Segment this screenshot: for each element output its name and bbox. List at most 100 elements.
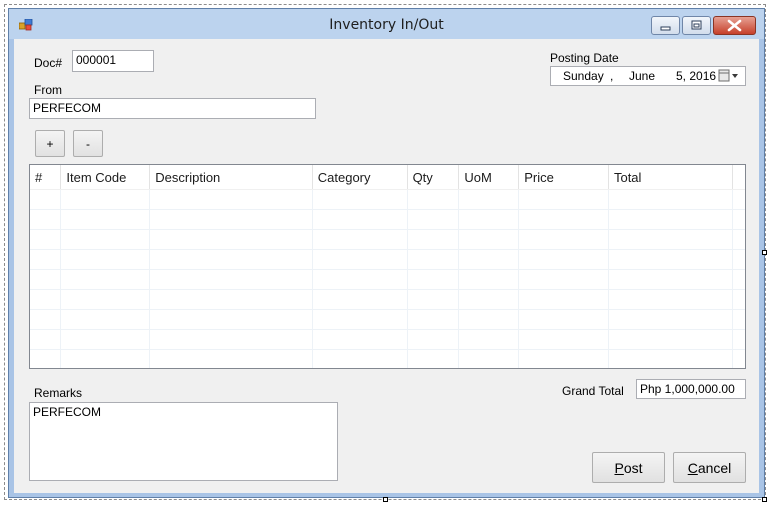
column-header-filler [732,165,745,190]
grid-cell [407,209,460,230]
grid-cell [312,189,408,210]
column-header[interactable]: UoM [458,165,520,190]
grid-cell [732,329,745,350]
grid-cell [60,229,151,250]
grid-cell [149,309,313,330]
grid-cell [149,329,313,350]
grid-cell [608,189,734,210]
grid-cell [60,289,151,310]
remarks-field[interactable]: PERFECOM [29,402,338,481]
from-label: From [34,83,62,97]
grid-cell [518,289,609,310]
grid-cell [518,329,609,350]
column-header[interactable]: Total [608,165,734,190]
column-header[interactable]: Item Code [60,165,151,190]
empty-grid-row [30,229,745,250]
grid-cell [312,289,408,310]
grid-cell [608,209,734,230]
posting-date-label: Posting Date [550,51,619,65]
empty-grid-row [30,349,745,368]
grand-total-field[interactable]: Php 1,000,000.00 [636,379,746,399]
grid-cell [312,249,408,270]
grid-cell [30,269,62,290]
grid-cell [407,189,460,210]
grid-cell [60,189,151,210]
grid-cell [608,349,734,368]
grid-cell [458,289,520,310]
calendar-dropdown-icon[interactable] [718,69,742,83]
posting-date-picker[interactable]: Sunday , June 5, 2016 [550,66,746,86]
items-grid[interactable]: # Item Code Description Category Qty UoM Price… [29,164,746,369]
empty-grid-row [30,309,745,330]
grid-cell [608,249,734,270]
column-header[interactable]: Description [149,165,313,190]
minimize-button[interactable] [651,16,680,35]
cancel-button-mnemonic: C [687,459,698,476]
grid-cell [60,349,151,368]
minimize-icon [660,26,671,31]
grid-cell [407,269,460,290]
empty-grid-row [30,329,745,350]
grid-cell [458,309,520,330]
add-row-button[interactable]: + [35,130,65,157]
doc-number-field[interactable]: 000001 [72,50,154,72]
grid-cell [608,329,734,350]
column-header[interactable]: Qty [407,165,460,190]
grid-cell [458,189,520,210]
column-header[interactable]: # [30,165,62,190]
grid-cell [732,269,745,290]
cancel-button[interactable]: Cancel [673,452,746,483]
empty-grid-row [30,269,745,290]
close-button[interactable] [713,16,756,35]
title-bar[interactable]: Inventory In/Out [9,9,764,39]
grid-cell [407,229,460,250]
posting-date-day-year: 5, 2016 [676,69,717,83]
grid-cell [60,269,151,290]
grid-cell [30,229,62,250]
form-client-area: Doc# 000001 From PERFECOM + - Posting Da… [14,39,759,493]
grid-cell [30,349,62,368]
grid-cell [407,349,460,368]
remove-row-button[interactable]: - [73,130,103,157]
empty-grid-row [30,289,745,310]
column-header[interactable]: Price [518,165,609,190]
grid-cell [149,249,313,270]
column-header[interactable]: Category [312,165,408,190]
resize-handle-bottom[interactable] [383,497,388,502]
empty-grid-row [30,249,745,270]
grid-cell [732,309,745,330]
resize-handle-corner[interactable] [762,497,767,502]
grid-cell [732,289,745,310]
remarks-label: Remarks [34,386,83,400]
grid-cell [518,209,609,230]
grid-cell [30,309,62,330]
grid-cell [30,329,62,350]
grid-cell [732,209,745,230]
grid-cell [518,349,609,368]
grid-cell [732,189,745,210]
grid-cell [732,229,745,250]
grid-cell [312,229,408,250]
grid-cell [608,309,734,330]
posting-date-month: June [629,69,656,83]
grid-cell [60,209,151,230]
post-button[interactable]: Post [592,452,665,483]
grid-cell [732,249,745,270]
grid-cell [407,249,460,270]
grid-cell [608,289,734,310]
grid-cell [458,349,520,368]
grid-cell [732,349,745,368]
grid-cell [149,229,313,250]
grid-cell [312,329,408,350]
grid-cell [60,329,151,350]
grid-cell [608,269,734,290]
close-icon [727,19,742,32]
maximize-button[interactable] [682,16,711,35]
grid-cell [149,349,313,368]
grid-cell [60,249,151,270]
form-window: Inventory In/Out Doc# 000001 From PERFEC… [8,8,765,498]
from-field[interactable]: PERFECOM [29,98,316,119]
post-button-label: ost [623,459,643,476]
resize-handle-right[interactable] [762,250,767,255]
empty-grid-row [30,209,745,230]
